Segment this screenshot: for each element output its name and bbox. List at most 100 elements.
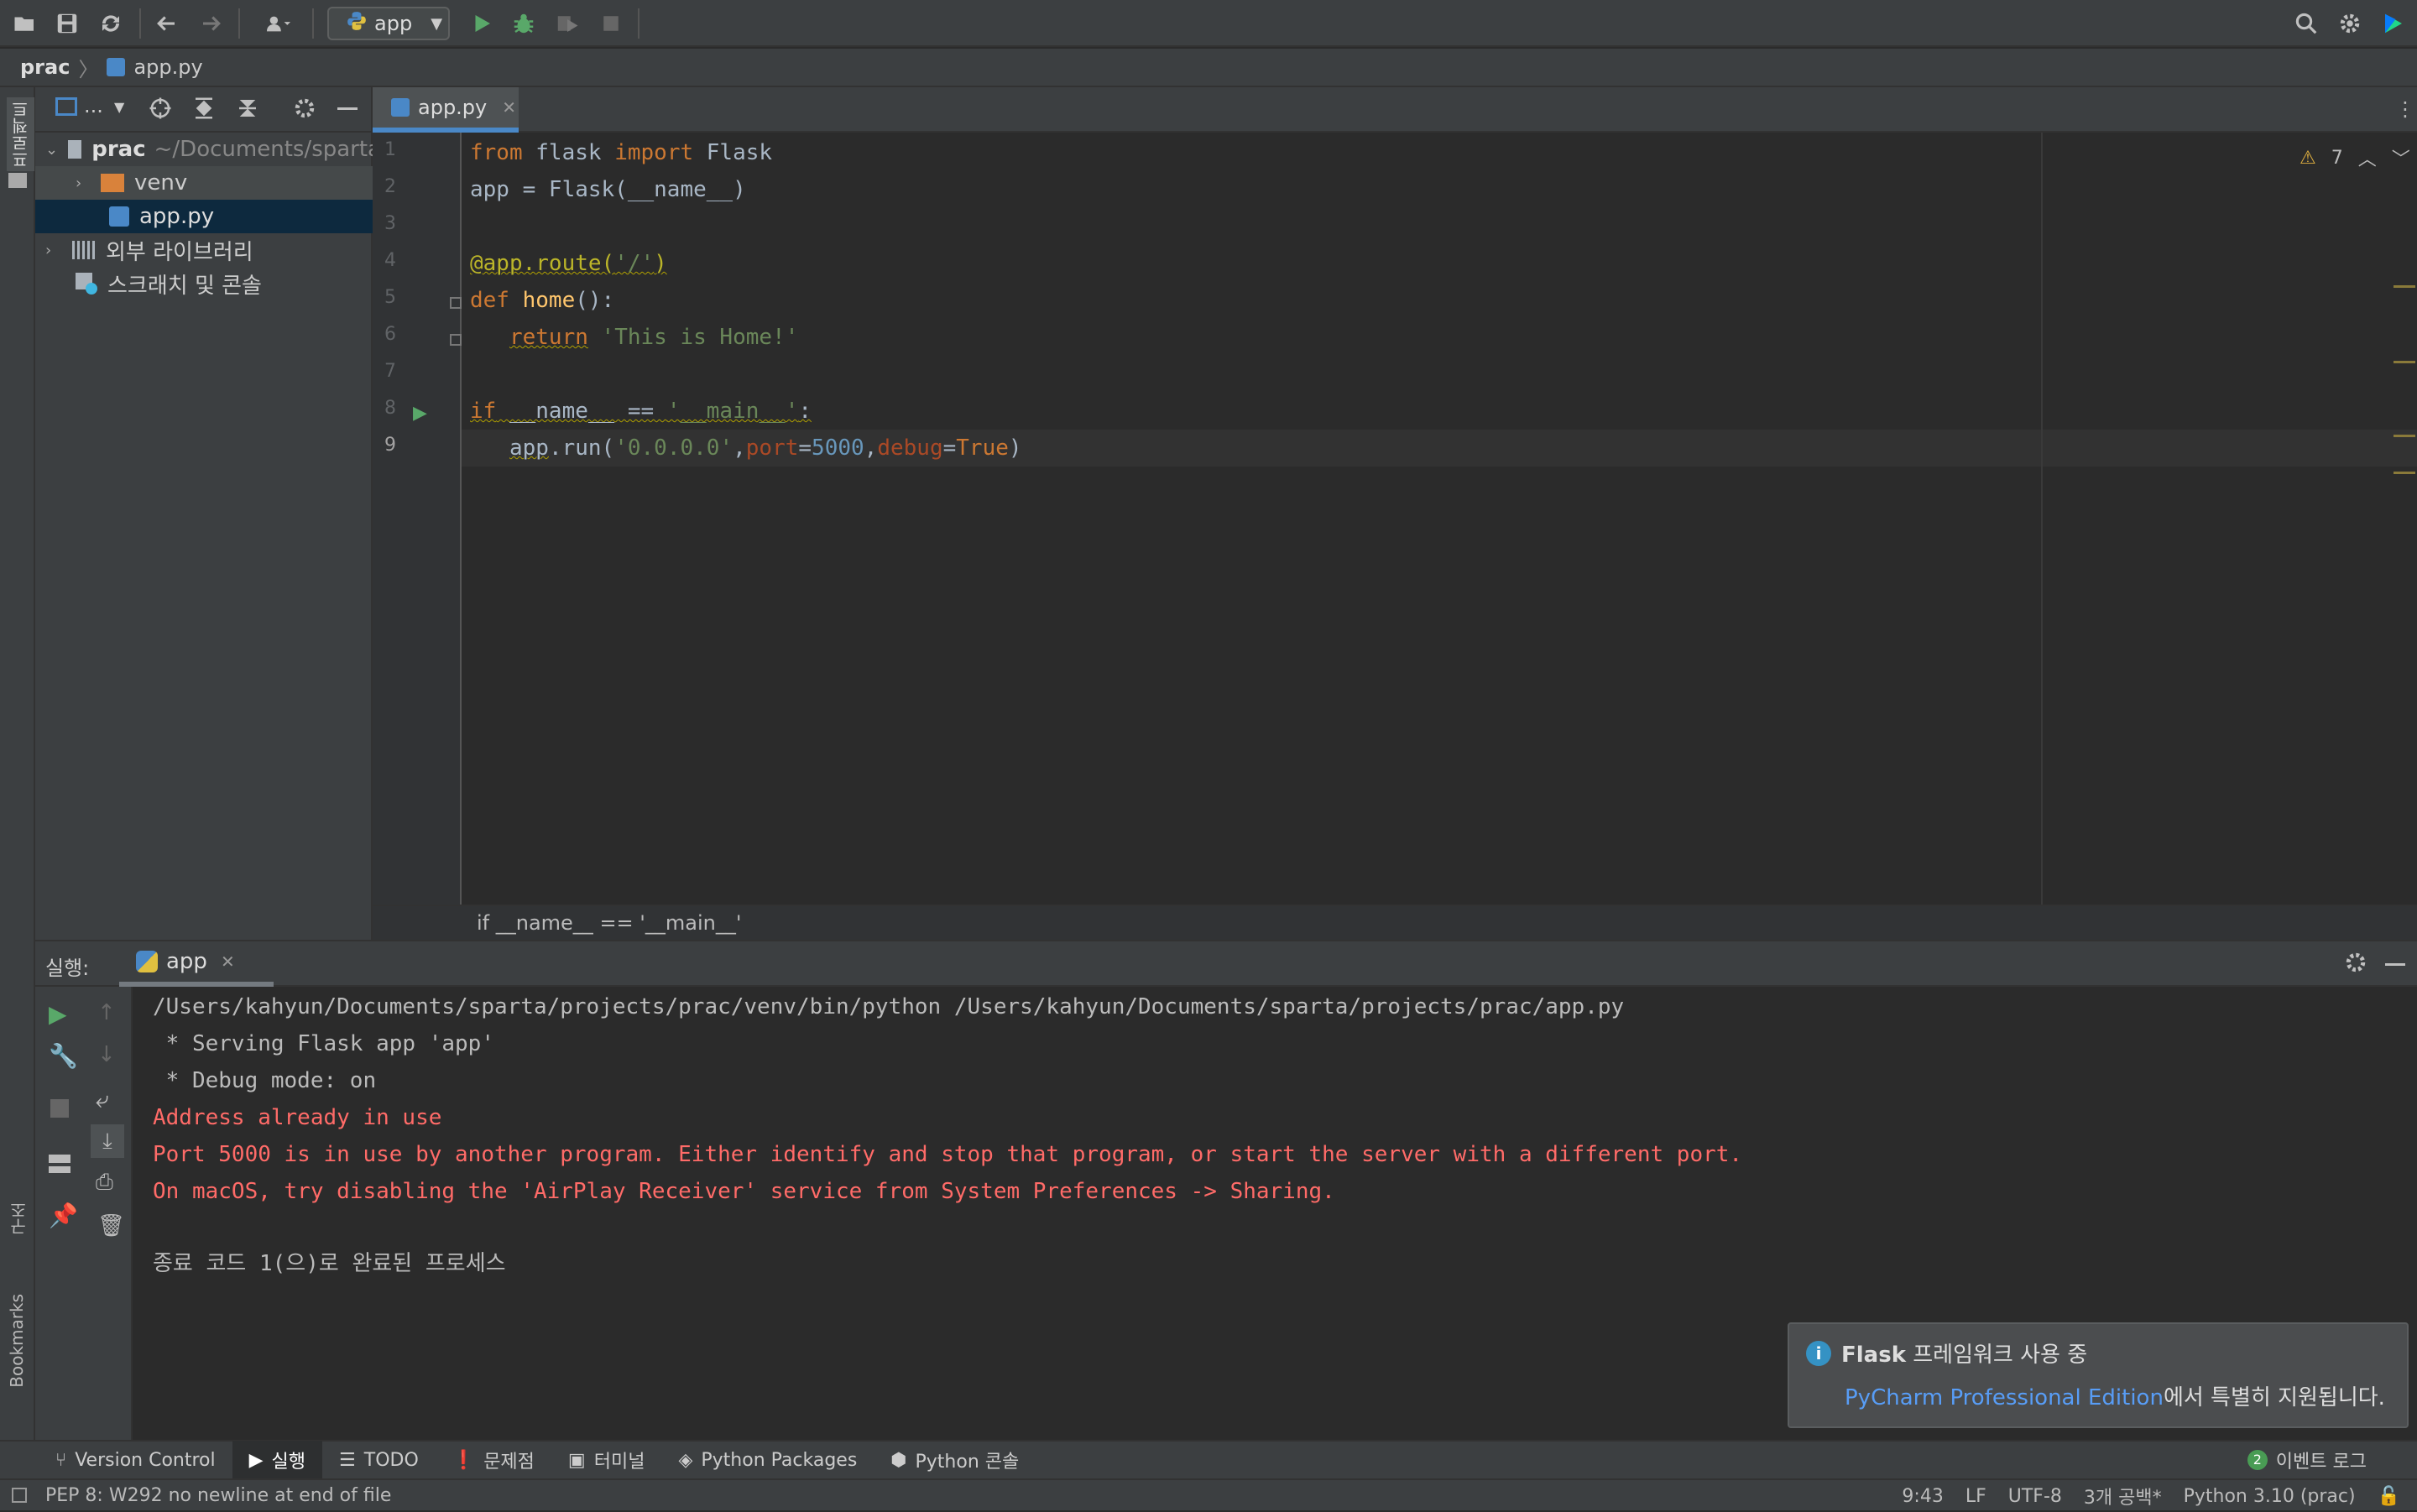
forward-icon[interactable] (196, 8, 227, 39)
pin-icon[interactable]: 📌 (49, 1202, 78, 1229)
error-stripe-mark[interactable] (2394, 285, 2415, 288)
tool-tab-label: 터미널 (593, 1452, 645, 1473)
tab-app-py[interactable]: app.py ✕ (373, 87, 519, 133)
arrow-up-icon[interactable]: ↑ (97, 1000, 116, 1025)
indent-setting[interactable]: 3개 공백* (2084, 1483, 2162, 1509)
code-breadcrumb[interactable]: if __name__ == '__main__' (373, 905, 2417, 940)
stop-icon[interactable] (596, 8, 626, 39)
gear-icon[interactable] (292, 96, 317, 121)
pycharm-pro-link[interactable]: PyCharm Professional Edition (1845, 1385, 2164, 1410)
soft-wrap-icon[interactable]: ⤶ (96, 1086, 109, 1114)
scroll-to-end-icon[interactable]: ⤓ (91, 1124, 124, 1158)
tree-item-scratches[interactable]: 스크래치 및 콘솔 (35, 267, 411, 300)
close-icon[interactable]: ✕ (221, 952, 235, 972)
folder-open-icon[interactable] (10, 8, 40, 39)
right-margin-guide (2041, 133, 2043, 905)
fold-icon[interactable] (450, 297, 462, 309)
project-panel-header: ... ▼ (35, 87, 371, 133)
arrow-down-icon[interactable]: ↓ (97, 1042, 116, 1067)
event-log-button[interactable]: 2 이벤트 로그 (2231, 1441, 2383, 1479)
line-number: 2 (384, 176, 396, 197)
tree-item-venv[interactable]: › venv (35, 166, 411, 200)
inspection-widget[interactable]: ⚠ 7 ︿ ﹀ (2300, 144, 2410, 171)
python-file-icon (107, 58, 126, 76)
run-gutter-icon[interactable]: ▶ (413, 403, 427, 424)
more-options-icon[interactable]: ⋮ (2395, 97, 2415, 121)
layout-icon[interactable] (49, 1155, 70, 1173)
run-config-selector[interactable]: app ▼ (327, 7, 450, 40)
user-icon[interactable] (255, 8, 302, 39)
locate-icon[interactable] (148, 96, 173, 121)
scratches-icon (76, 273, 97, 295)
main-toolbar: app ▼ (0, 0, 2417, 47)
run-tab-app[interactable]: app ✕ (119, 941, 274, 987)
fold-icon[interactable] (450, 334, 462, 346)
caret-position[interactable]: 9:43 (1902, 1486, 1943, 1507)
file-encoding[interactable]: UTF-8 (2008, 1486, 2062, 1507)
line-separator[interactable]: LF (1965, 1486, 1986, 1507)
collapse-all-icon[interactable] (235, 96, 260, 121)
warning-icon: ⚠ (2300, 147, 2316, 169)
sync-icon[interactable] (96, 8, 126, 39)
breadcrumb-project[interactable]: prac (20, 55, 70, 79)
lock-icon[interactable]: 🔓 (2378, 1486, 2400, 1507)
status-bar: PEP 8: W292 no newline at end of file 9:… (0, 1478, 2417, 1510)
coverage-icon[interactable] (552, 8, 582, 39)
save-icon[interactable] (52, 8, 82, 39)
search-icon[interactable] (2291, 8, 2321, 39)
python-file-icon (391, 98, 410, 117)
branch-icon: ⑂ (55, 1449, 67, 1471)
breadcrumb-file[interactable]: app.py (133, 55, 202, 79)
tree-item-label: 외부 라이브러리 (106, 239, 253, 265)
tool-tab-terminal[interactable]: ▣ 터미널 (551, 1441, 662, 1479)
tool-tab-python-console[interactable]: ⬢ Python 콘솔 (874, 1441, 1036, 1479)
line-number: 3 (384, 213, 396, 234)
python-interpreter[interactable]: Python 3.10 (prac) (2184, 1486, 2356, 1507)
structure-tool-button[interactable]: 구조 (7, 1202, 31, 1235)
chevron-down-icon: ⌄ (45, 140, 59, 159)
trash-icon[interactable]: 🗑 (97, 1213, 125, 1238)
back-icon[interactable] (151, 8, 181, 39)
jetbrains-toolbox-icon[interactable] (2378, 8, 2409, 39)
close-icon[interactable]: ✕ (502, 97, 516, 117)
toggle-tool-windows-icon[interactable] (12, 1488, 27, 1503)
rerun-icon[interactable]: ▶ (49, 1000, 67, 1028)
debug-icon[interactable] (509, 8, 539, 39)
minimize-icon[interactable] (337, 107, 358, 110)
notification-balloon[interactable]: i Flask 프레임워크 사용 중 PyCharm Professional … (1788, 1322, 2409, 1428)
code-line-1: from flask import Flask (470, 140, 773, 165)
print-icon[interactable]: ⎙ (96, 1170, 113, 1196)
line-number: 9 (384, 435, 396, 456)
minimize-icon[interactable] (2385, 963, 2405, 966)
tool-tab-version-control[interactable]: ⑂ Version Control (39, 1441, 232, 1479)
project-view-icon[interactable] (55, 97, 77, 116)
error-stripe-mark[interactable] (2394, 472, 2415, 474)
settings-icon[interactable] (2335, 8, 2365, 39)
terminal-icon: ▣ (567, 1449, 586, 1471)
project-tool-button[interactable]: 프로젝트 (7, 97, 34, 171)
chevron-down-icon[interactable]: ﹀ (2392, 144, 2410, 171)
error-stripe-mark[interactable] (2394, 435, 2415, 437)
tool-tab-todo[interactable]: ☰ TODO (322, 1441, 436, 1479)
stop-icon[interactable] (50, 1099, 69, 1118)
chevron-right-icon: › (45, 241, 52, 259)
tree-item-external-libraries[interactable]: › 외부 라이브러리 (35, 233, 381, 267)
tool-tab-run[interactable]: ▶ 실행 (232, 1441, 323, 1479)
line-number: 5 (384, 287, 396, 308)
bookmarks-tool-button[interactable]: Bookmarks (7, 1294, 27, 1388)
run-panel-label: 실행: (45, 957, 90, 980)
settings-icon[interactable] (2343, 950, 2368, 975)
wrench-icon[interactable]: 🔧 (49, 1042, 78, 1070)
tool-tab-python-packages[interactable]: ◈ Python Packages (661, 1441, 874, 1479)
tree-item-label: 스크래치 및 콘솔 (107, 273, 262, 299)
project-view-selector[interactable]: ... (84, 94, 103, 117)
editor-tab-bar: app.py ✕ ⋮ (373, 87, 2417, 133)
expand-all-icon[interactable] (191, 96, 217, 121)
error-stripe-mark[interactable] (2394, 361, 2415, 363)
code-editor[interactable]: 1 2 3 4 5 6 7 8 9 ▶ from flask import Fl… (373, 133, 2417, 905)
tree-item-prac[interactable]: ⌄ prac ~/Documents/sparta (35, 133, 381, 166)
chevron-up-icon[interactable]: ︿ (2358, 144, 2377, 171)
run-icon[interactable] (467, 8, 497, 39)
chevron-down-icon[interactable]: ▼ (114, 99, 124, 115)
tool-tab-problems[interactable]: ❗ 문제점 (436, 1441, 551, 1479)
